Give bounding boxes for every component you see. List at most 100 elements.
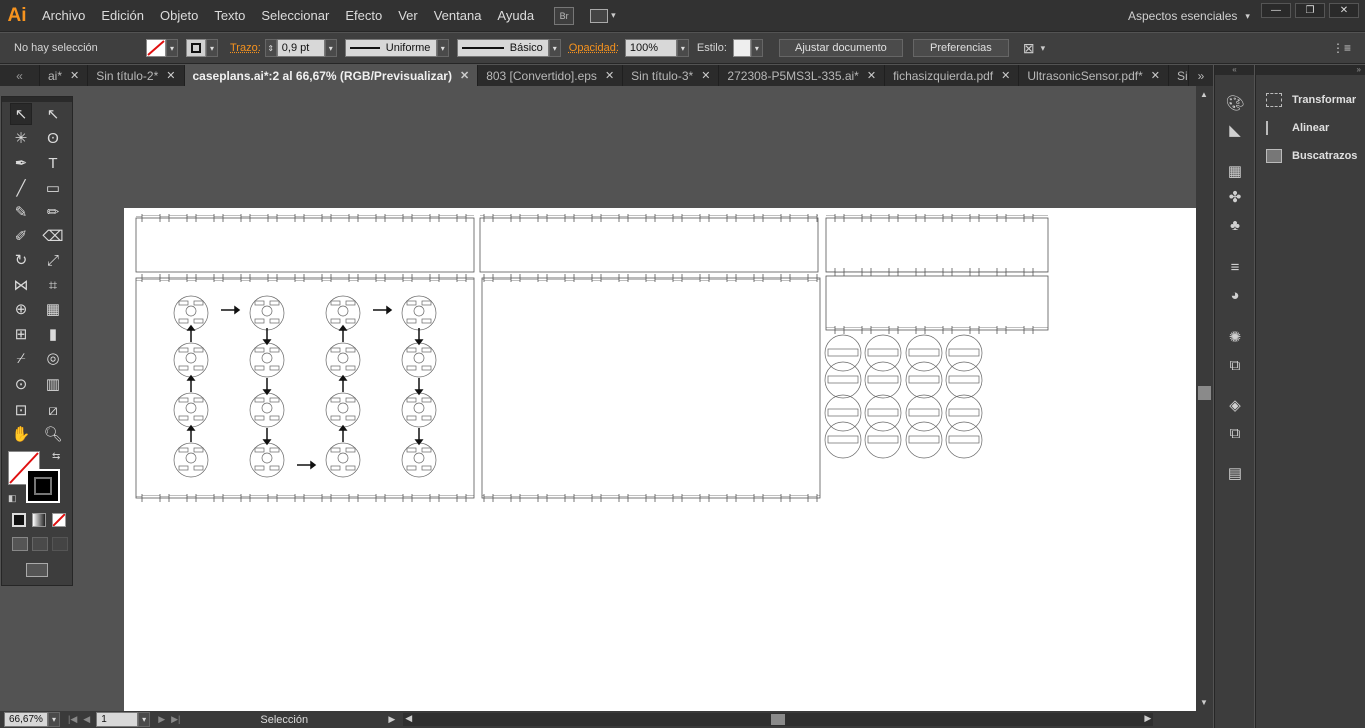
tab-document[interactable]: fichasizquierda.pdf ✕ [885,65,1020,86]
eraser-tool-icon[interactable]: ⌫ [42,225,64,247]
symbol-sprayer-tool-icon[interactable]: ⊙ [10,373,32,395]
preferences-button[interactable]: Preferencias [912,39,1009,57]
stroke-weight-dropdown[interactable]: ▾ [324,39,337,57]
status-menu-icon[interactable]: ▶ [388,714,395,725]
panel-menu-icon[interactable]: ⋮≡ [1332,41,1351,55]
slice-tool-icon[interactable]: ⧄ [42,399,64,421]
tab-document[interactable]: 803 [Convertido].eps ✕ [478,65,624,86]
workspace-switcher[interactable]: Aspectos esenciales ▾ [1128,0,1250,32]
tab-document[interactable]: Sin título-3* ✕ [623,65,720,86]
column-graph-tool-icon[interactable]: ▥ [42,373,64,395]
scroll-right-icon[interactable]: ▶ [1144,713,1151,724]
magic-wand-tool-icon[interactable]: ✳ [10,127,32,149]
mesh-tool-icon[interactable]: ⊞ [10,323,32,345]
close-icon[interactable]: ✕ [70,69,79,82]
arrange-documents-button[interactable]: ▾ [590,7,624,25]
tabs-scroll-left-icon[interactable]: « [0,65,40,86]
hand-tool-icon[interactable]: ✋ [10,423,32,445]
menu-texto[interactable]: Texto [206,0,253,32]
prev-page-icon[interactable]: ◀ [83,714,90,725]
last-page-icon[interactable]: ▶| [171,714,180,725]
vertical-scroll-thumb[interactable] [1198,386,1211,400]
none-mode-icon[interactable] [52,513,66,527]
opacity-dropdown[interactable]: ▾ [676,39,689,57]
transparency-icon[interactable]: ◕ [1225,285,1245,305]
appearance-icon[interactable]: ✺ [1225,327,1245,347]
gradient-tool-icon[interactable]: ▮ [42,323,64,345]
brush-definition[interactable]: Básico [456,39,549,57]
chevron-down-icon[interactable]: ▾ [1041,43,1046,54]
expand-panel-icon[interactable]: » [1256,65,1365,75]
close-icon[interactable]: ✕ [605,69,614,82]
menu-archivo[interactable]: Archivo [34,0,93,32]
menu-efecto[interactable]: Efecto [337,0,390,32]
style-swatch[interactable] [732,39,751,57]
draw-normal-icon[interactable] [12,537,28,551]
tabs-overflow-icon[interactable]: » [1189,65,1213,86]
stroke-dropdown[interactable]: ▾ [206,39,218,57]
lasso-tool-icon[interactable]: ʘ [42,127,64,149]
fit-document-button[interactable]: Ajustar documento [778,39,903,57]
close-icon[interactable]: ✕ [701,69,710,82]
stroke-panel-icon[interactable]: ≡ [1225,257,1245,277]
minimize-button[interactable]: — [1261,3,1291,18]
gradient-mode-icon[interactable] [32,513,46,527]
first-page-icon[interactable]: |◀ [68,714,77,725]
panel-item-buscatrazos[interactable]: Buscatrazos [1266,149,1357,163]
opacity-label[interactable]: Opacidad: [569,42,619,54]
variable-width-profile[interactable]: Uniforme [344,39,437,57]
default-colors-icon[interactable]: ◧ [8,493,17,504]
line-tool-icon[interactable]: ╱ [10,177,32,199]
eyedropper-tool-icon[interactable]: ⌿ [10,347,32,369]
panel-item-transformar[interactable]: Transformar [1266,93,1356,107]
stroke-weight-input[interactable]: 0,9 pt [276,39,325,57]
menu-objeto[interactable]: Objeto [152,0,206,32]
brush-dropdown[interactable]: ▾ [548,39,561,57]
symbols-icon[interactable]: ♣ [1225,215,1245,235]
blend-tool-icon[interactable]: ◎ [42,347,64,369]
close-icon[interactable]: ✕ [166,69,175,82]
artboard-dropdown[interactable]: ▾ [138,712,151,727]
brushes-icon[interactable]: ✤ [1225,187,1245,207]
type-tool-icon[interactable]: T [42,152,64,174]
zoom-tool-icon[interactable]: 🔍︎ [42,423,64,445]
stroke-stepper[interactable]: ⇕ [264,39,277,57]
paintbrush-tool-icon[interactable]: ✎ [10,201,32,223]
rotate-tool-icon[interactable]: ↻ [10,249,32,271]
close-icon[interactable]: ✕ [867,69,876,82]
fill-dropdown[interactable]: ▾ [166,39,178,57]
color-panel-icon[interactable]: 🎨︎ [1225,93,1245,113]
tab-document-active[interactable]: caseplans.ai*:2 al 66,67% (RGB/Previsual… [184,65,479,86]
zoom-input[interactable]: 66,67% [4,712,48,727]
scroll-left-icon[interactable]: ◀ [405,713,412,724]
tab-document[interactable]: ai* ✕ [40,65,89,86]
menu-ver[interactable]: Ver [390,0,426,32]
bridge-button[interactable]: Br [554,6,575,25]
pencil-tool-icon[interactable]: ✏ [42,201,64,223]
blob-brush-tool-icon[interactable]: ✐ [10,225,32,247]
opacity-input[interactable]: 100% [624,39,677,57]
graphic-styles-icon[interactable]: ⧉ [1225,355,1245,375]
draw-behind-icon[interactable] [32,537,48,551]
menu-edicion[interactable]: Edición [93,0,152,32]
horizontal-scrollbar[interactable]: ◀ ▶ [403,713,1154,726]
free-transform-tool-icon[interactable]: ⌗ [42,274,64,296]
stroke-swatch[interactable] [186,39,206,57]
next-page-icon[interactable]: ▶ [158,714,165,725]
menu-ventana[interactable]: Ventana [426,0,490,32]
scale-tool-icon[interactable]: ⤢ [42,249,64,271]
stroke-color-swatch[interactable] [26,469,60,503]
close-icon[interactable]: ✕ [460,69,469,82]
isolate-icon[interactable]: ⊠ [1023,40,1035,57]
tab-document[interactable]: Sin tít [1169,65,1189,86]
draw-inside-icon[interactable] [52,537,68,551]
screen-mode-icon[interactable] [26,563,48,577]
selection-tool-icon[interactable]: ↖ [10,103,32,125]
restore-button[interactable]: ❐ [1295,3,1325,18]
zoom-dropdown[interactable]: ▾ [48,712,60,727]
menu-seleccionar[interactable]: Seleccionar [253,0,337,32]
horizontal-scroll-thumb[interactable] [771,714,786,725]
swap-colors-icon[interactable]: ⇆ [52,451,60,462]
close-icon[interactable]: ✕ [1001,69,1010,82]
color-mode-icon[interactable] [12,513,26,527]
